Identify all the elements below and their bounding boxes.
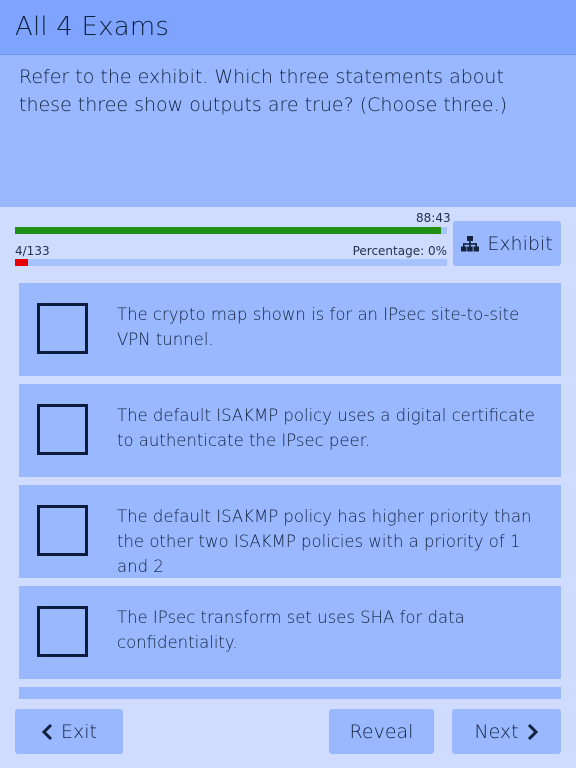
- answer-text: The default ISAKMP policy uses a digital…: [117, 406, 535, 450]
- question-text: Refer to the exhibit. Which three statem…: [19, 66, 508, 116]
- chevron-right-icon: [527, 723, 539, 740]
- answer-option-5-partial[interactable]: [19, 687, 561, 699]
- question-counter: 4/133: [15, 244, 50, 258]
- timer-label: 88:43: [416, 211, 451, 225]
- answer-text: The IPsec transform set uses SHA for dat…: [117, 608, 465, 652]
- sitemap-icon: [461, 235, 480, 252]
- answer-option-4[interactable]: The IPsec transform set uses SHA for dat…: [19, 586, 561, 679]
- header-bar: All 4 Exams: [0, 0, 576, 55]
- answer-text: The default ISAKMP policy has higher pri…: [117, 507, 532, 576]
- answer-option-1[interactable]: The crypto map shown is for an IPsec sit…: [19, 283, 561, 376]
- next-button[interactable]: Next: [452, 709, 561, 754]
- chevron-left-icon: [41, 723, 53, 740]
- page-title: All 4 Exams: [15, 12, 170, 42]
- reveal-button[interactable]: Reveal: [329, 709, 434, 754]
- progress-bar-fill: [15, 259, 28, 266]
- next-label: Next: [474, 720, 519, 743]
- exit-button[interactable]: Exit: [15, 709, 123, 754]
- exit-label: Exit: [61, 720, 97, 743]
- checkbox[interactable]: [37, 606, 88, 657]
- time-bar: [15, 227, 447, 234]
- reveal-label: Reveal: [349, 720, 414, 743]
- checkbox[interactable]: [37, 505, 88, 556]
- time-bar-fill: [15, 227, 441, 234]
- checkbox[interactable]: [37, 303, 88, 354]
- answer-option-2[interactable]: The default ISAKMP policy uses a digital…: [19, 384, 561, 477]
- percentage-label: Percentage: 0%: [352, 244, 447, 258]
- exhibit-label: Exhibit: [487, 232, 553, 255]
- exhibit-button[interactable]: Exhibit: [453, 221, 561, 266]
- answer-option-3[interactable]: The default ISAKMP policy has higher pri…: [19, 485, 561, 578]
- answer-text: The crypto map shown is for an IPsec sit…: [117, 305, 520, 349]
- question-panel: Refer to the exhibit. Which three statem…: [0, 55, 576, 207]
- progress-bar: [15, 259, 447, 266]
- checkbox[interactable]: [37, 404, 88, 455]
